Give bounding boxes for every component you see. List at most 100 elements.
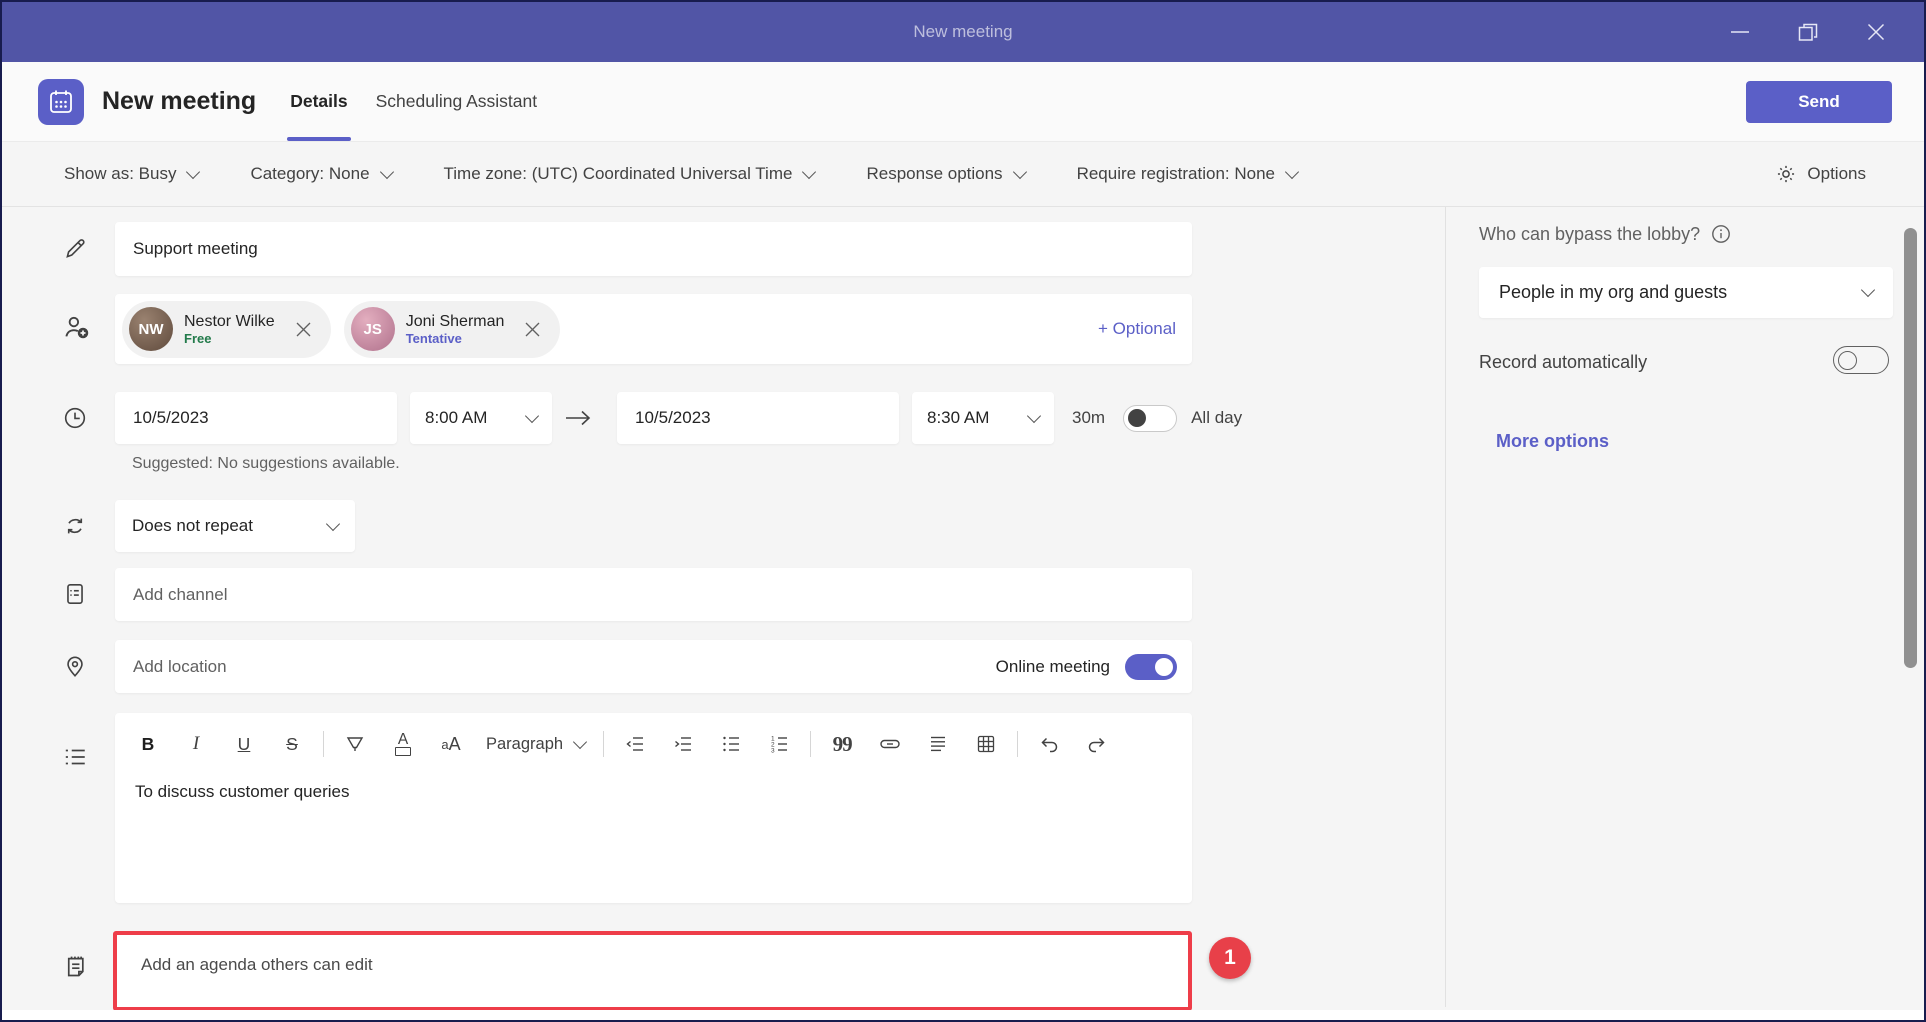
options-button[interactable]: Options bbox=[1775, 163, 1866, 185]
all-day-label: All day bbox=[1191, 408, 1242, 428]
end-time-dropdown[interactable]: 8:30 AM bbox=[912, 392, 1054, 444]
insert-table-icon[interactable] bbox=[969, 730, 1003, 758]
new-meeting-window: New meeting bbox=[0, 0, 1926, 1022]
formatting-toolbar: B I U S A aA Paragraph bbox=[115, 713, 1192, 758]
blockquote-icon[interactable]: 99 bbox=[825, 730, 859, 758]
calendar-app-icon bbox=[38, 79, 84, 125]
repeat-icon bbox=[62, 513, 88, 539]
undo-icon[interactable] bbox=[1032, 730, 1066, 758]
category-dropdown[interactable]: Category: None bbox=[250, 164, 391, 184]
meeting-form: NW Nestor Wilke Free JS Joni Sherman Ten… bbox=[2, 207, 1924, 1020]
meeting-options-bar: Show as: Busy Category: None Time zone: … bbox=[2, 142, 1924, 207]
require-registration-dropdown[interactable]: Require registration: None bbox=[1077, 164, 1297, 184]
agenda-notepad-icon bbox=[62, 953, 89, 980]
tab-scheduling-assistant[interactable]: Scheduling Assistant bbox=[362, 62, 552, 141]
end-date-input[interactable]: 10/5/2023 bbox=[617, 392, 899, 444]
description-editor[interactable]: B I U S A aA Paragraph bbox=[115, 713, 1192, 903]
tab-details[interactable]: Details bbox=[276, 62, 361, 141]
redo-icon[interactable] bbox=[1080, 730, 1114, 758]
channel-icon bbox=[62, 581, 88, 607]
bottom-strip bbox=[2, 1010, 1924, 1020]
numbered-list-icon[interactable]: 1 2 3 bbox=[762, 730, 796, 758]
start-date-input[interactable]: 10/5/2023 bbox=[115, 392, 397, 444]
panel-divider bbox=[1445, 207, 1446, 1007]
show-as-dropdown[interactable]: Show as: Busy bbox=[64, 164, 198, 184]
start-time-dropdown[interactable]: 8:00 AM bbox=[410, 392, 552, 444]
add-optional-attendees-link[interactable]: + Optional bbox=[1098, 319, 1176, 339]
timezone-dropdown[interactable]: Time zone: (UTC) Coordinated Universal T… bbox=[444, 164, 815, 184]
chevron-down-icon bbox=[525, 408, 539, 422]
attendee-name: Joni Sherman bbox=[406, 312, 505, 331]
arrow-right-icon bbox=[552, 408, 604, 428]
bold-icon[interactable]: B bbox=[131, 730, 165, 758]
time-suggestion-text: Suggested: No suggestions available. bbox=[132, 455, 400, 473]
response-options-dropdown[interactable]: Response options bbox=[866, 164, 1024, 184]
attendee-status: Free bbox=[184, 331, 275, 347]
chevron-down-icon bbox=[379, 164, 393, 178]
lobby-bypass-dropdown[interactable]: People in my org and guests bbox=[1479, 267, 1893, 318]
paragraph-style-dropdown[interactable]: Paragraph bbox=[482, 730, 589, 758]
attendee-status: Tentative bbox=[406, 331, 505, 347]
avatar: JS bbox=[351, 307, 395, 351]
font-color-icon[interactable]: A bbox=[386, 730, 420, 758]
strikethrough-icon[interactable]: S bbox=[275, 730, 309, 758]
chevron-down-icon bbox=[573, 734, 587, 748]
add-channel-field bbox=[115, 568, 1192, 621]
repeat-dropdown[interactable]: Does not repeat bbox=[115, 500, 355, 552]
close-icon[interactable] bbox=[1864, 20, 1888, 44]
minimize-icon[interactable] bbox=[1728, 20, 1752, 44]
online-meeting-toggle[interactable] bbox=[1125, 654, 1177, 680]
agenda-input[interactable] bbox=[117, 935, 1188, 975]
chevron-down-icon bbox=[326, 516, 340, 530]
italic-icon[interactable]: I bbox=[179, 730, 213, 758]
remove-attendee-icon[interactable] bbox=[295, 321, 312, 338]
svg-text:3: 3 bbox=[771, 747, 775, 754]
page-title: New meeting bbox=[102, 87, 256, 116]
meeting-title-field bbox=[115, 222, 1192, 276]
indent-icon[interactable] bbox=[666, 730, 700, 758]
all-day-toggle[interactable] bbox=[1123, 405, 1177, 432]
bullet-list-icon[interactable] bbox=[714, 730, 748, 758]
more-options-link[interactable]: More options bbox=[1496, 431, 1609, 452]
attendee-name: Nestor Wilke bbox=[184, 312, 275, 331]
record-automatically-label: Record automatically bbox=[1479, 352, 1647, 373]
active-tab-underline bbox=[287, 137, 350, 141]
meeting-title-input[interactable] bbox=[115, 222, 1192, 276]
chevron-down-icon bbox=[802, 164, 816, 178]
clock-icon bbox=[62, 405, 88, 431]
send-button[interactable]: Send bbox=[1746, 81, 1892, 123]
header: New meeting Details Scheduling Assistant… bbox=[2, 62, 1924, 142]
lobby-question-label: Who can bypass the lobby? bbox=[1479, 223, 1732, 245]
agenda-field-annotation-box bbox=[113, 931, 1192, 1011]
datetime-row: 10/5/2023 8:00 AM 10/5/2023 8:30 AM 30m … bbox=[115, 392, 1242, 444]
align-text-icon[interactable] bbox=[921, 730, 955, 758]
info-icon[interactable] bbox=[1710, 223, 1732, 245]
description-text[interactable]: To discuss customer queries bbox=[135, 782, 1192, 802]
chevron-down-icon bbox=[1285, 164, 1299, 178]
add-channel-input[interactable] bbox=[115, 568, 1192, 621]
restore-window-icon[interactable] bbox=[1796, 20, 1820, 44]
attendee-chip[interactable]: JS Joni Sherman Tentative bbox=[344, 301, 561, 358]
outdent-icon[interactable] bbox=[618, 730, 652, 758]
remove-attendee-icon[interactable] bbox=[524, 321, 541, 338]
duration-label: 30m bbox=[1072, 408, 1105, 428]
chevron-down-icon bbox=[1012, 164, 1026, 178]
avatar: NW bbox=[129, 307, 173, 351]
titlebar: New meeting bbox=[2, 2, 1924, 62]
font-size-icon[interactable]: aA bbox=[434, 730, 468, 758]
highlighter-icon[interactable] bbox=[338, 730, 372, 758]
link-icon[interactable] bbox=[873, 730, 907, 758]
record-automatically-toggle[interactable] bbox=[1833, 346, 1889, 374]
panel-scrollbar[interactable] bbox=[1904, 228, 1917, 668]
attendee-chip[interactable]: NW Nestor Wilke Free bbox=[122, 301, 331, 358]
chevron-down-icon bbox=[1027, 408, 1041, 422]
titlebar-title: New meeting bbox=[913, 22, 1012, 42]
attendees-field[interactable]: NW Nestor Wilke Free JS Joni Sherman Ten… bbox=[115, 294, 1192, 364]
underline-icon[interactable]: U bbox=[227, 730, 261, 758]
add-attendees-icon bbox=[62, 312, 92, 342]
add-location-input[interactable] bbox=[115, 640, 996, 693]
gear-icon bbox=[1775, 163, 1797, 185]
chevron-down-icon bbox=[186, 164, 200, 178]
location-icon bbox=[62, 653, 88, 679]
description-icon bbox=[62, 744, 88, 770]
